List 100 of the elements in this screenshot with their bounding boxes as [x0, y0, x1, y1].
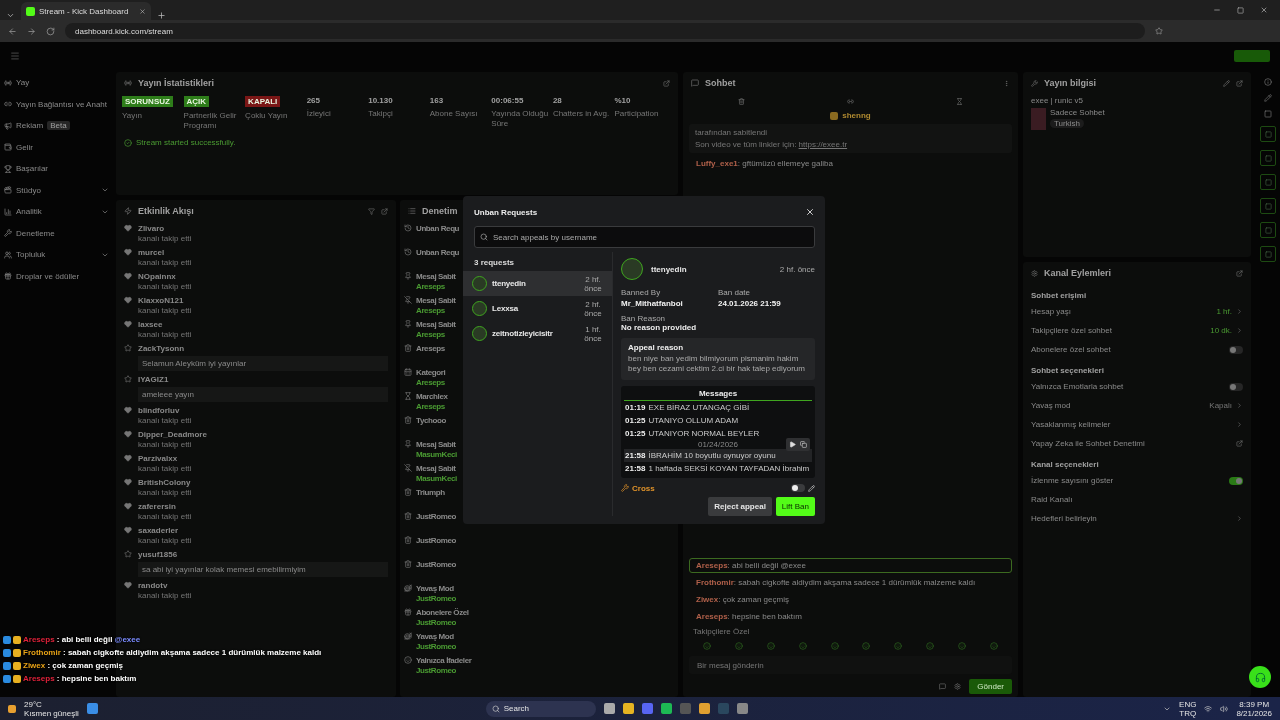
- sidebar-item[interactable]: Gelir: [4, 136, 109, 158]
- request-item[interactable]: ttenyedin 2 hf. önce: [463, 271, 612, 296]
- sidebar-item[interactable]: Yayın Bağlantısı ve Anaht: [4, 93, 109, 115]
- maximize-icon[interactable]: [1237, 6, 1244, 14]
- close-icon[interactable]: [1260, 6, 1268, 14]
- external-link-icon[interactable]: [663, 79, 670, 87]
- message-text: 1 haftada SEKSİ KOYAN TAYFADAN İbrahim: [648, 463, 810, 473]
- rail-button[interactable]: [1260, 150, 1276, 166]
- sidebar-item[interactable]: Denetleme: [4, 222, 109, 244]
- log-title: Mesaj Sabit: [416, 464, 456, 473]
- link[interactable]: https://exee.tr: [798, 140, 848, 149]
- log-title: JustRomeo: [416, 536, 456, 545]
- stat-value: 28: [552, 96, 562, 105]
- stream-title: exee | runic v5: [1031, 96, 1083, 105]
- message-text: İBRAHİM 10 boyutlu oynuyor oyunu: [648, 450, 776, 460]
- rail-button[interactable]: [1260, 198, 1276, 214]
- external-link-icon[interactable]: [1236, 79, 1243, 87]
- browser-tab[interactable]: Stream - Kick Dashboard: [21, 2, 151, 20]
- request-item[interactable]: Lexxsa 2 hf. önce: [463, 296, 612, 321]
- trash-icon[interactable]: [738, 98, 745, 105]
- close-button[interactable]: [805, 207, 815, 217]
- messages-tab[interactable]: Messages: [624, 385, 812, 401]
- send-button[interactable]: Gönder: [969, 679, 1012, 694]
- new-tab-icon[interactable]: [157, 11, 166, 20]
- window-icon[interactable]: [1264, 110, 1272, 118]
- sidebar-item[interactable]: Topluluk: [4, 244, 109, 266]
- start-icon[interactable]: [86, 703, 98, 714]
- minimize-icon[interactable]: [1213, 6, 1221, 14]
- message-time: 21:58: [625, 463, 646, 473]
- setting-label: Raid Kanalı: [1031, 495, 1074, 504]
- username: murcel: [138, 248, 165, 257]
- taskbar-search[interactable]: Search: [485, 700, 596, 717]
- megaphone-icon: [4, 121, 12, 130]
- sidebar-item[interactable]: Stüdyo: [4, 179, 109, 201]
- toggle-switch[interactable]: [1229, 345, 1243, 354]
- toggle-switch[interactable]: [1229, 476, 1243, 485]
- gift-icon: [404, 608, 412, 616]
- network-icon[interactable]: [1204, 704, 1213, 713]
- chat-icon[interactable]: [939, 683, 947, 690]
- search-field[interactable]: Search appeals by username: [474, 226, 815, 248]
- play-icon[interactable]: [789, 440, 796, 448]
- sidebar-item[interactable]: Droplar ve ödüller: [4, 265, 109, 287]
- forward-icon[interactable]: [27, 26, 36, 36]
- back-icon[interactable]: [8, 26, 17, 36]
- message-text: UTANIYOR NORMAL BEYLER: [648, 428, 760, 438]
- calendar-icon: [404, 368, 412, 376]
- avatar: [621, 258, 643, 280]
- username: ttenyedin: [651, 264, 688, 274]
- sidebar-item[interactable]: Rekiam Beta: [4, 115, 109, 137]
- tab-list-icon[interactable]: [6, 11, 15, 20]
- volume-icon[interactable]: [1220, 704, 1229, 713]
- snail-icon: [404, 584, 412, 592]
- copy-icon[interactable]: [800, 440, 807, 448]
- stat-value: 265: [306, 96, 320, 105]
- taskbar-app-icon[interactable]: [603, 703, 615, 714]
- taskbar-app-icon[interactable]: [660, 703, 672, 714]
- reload-icon[interactable]: [46, 26, 55, 36]
- field-label: Ban Reason: [621, 314, 666, 323]
- appeal-text: ben niye ban yedim bilmiyorum pismanim hakim bey ben cezami cektim 2.ci bir hak talep ediyorum: [628, 354, 806, 375]
- link-icon[interactable]: [847, 98, 854, 105]
- username: laxsee: [138, 320, 163, 329]
- request-item[interactable]: zeitnotizleyicisitr 1 hf. önce: [463, 321, 612, 346]
- trash-icon: [404, 512, 412, 520]
- rail-button[interactable]: [1260, 222, 1276, 238]
- external-link-icon[interactable]: [381, 207, 388, 215]
- close-icon[interactable]: [139, 7, 146, 15]
- hourglass-icon[interactable]: [956, 98, 963, 105]
- sidebar-item[interactable]: Yay: [4, 72, 109, 94]
- lift-ban-button[interactable]: Lift Ban: [775, 496, 815, 516]
- toggle-switch[interactable]: [791, 484, 805, 493]
- taskbar-app-icon[interactable]: [698, 703, 710, 714]
- reject-appeal-button[interactable]: Reject appeal: [708, 496, 772, 516]
- rail-button[interactable]: [1260, 174, 1276, 190]
- chevron-icon[interactable]: [1236, 402, 1243, 409]
- pinned-text: Son video ve tüm linkler için: https://exee.tr: [695, 140, 848, 149]
- external-link-icon[interactable]: [1236, 269, 1243, 277]
- sidebar-item[interactable]: Başarılar: [4, 158, 109, 180]
- taskbar-app-icon[interactable]: [641, 703, 653, 714]
- address-bar[interactable]: dashboard.kick.com/stream: [65, 23, 1145, 39]
- rail-button[interactable]: [1260, 126, 1276, 142]
- bookmark-icon[interactable]: [1155, 27, 1163, 35]
- taskbar-app-icon[interactable]: [622, 703, 634, 714]
- filter-icon[interactable]: [368, 207, 375, 215]
- rail-button[interactable]: [1260, 246, 1276, 262]
- trash-icon: [404, 488, 412, 496]
- toggle-switch[interactable]: [1229, 382, 1243, 391]
- stat-label: Çoklu Yayın: [245, 111, 288, 121]
- chevron-icon[interactable]: [1236, 327, 1243, 334]
- info-icon[interactable]: [1264, 78, 1272, 86]
- menu-icon[interactable]: [10, 51, 20, 61]
- trash-icon: [404, 536, 412, 544]
- star-icon: [124, 344, 132, 352]
- chevron-icon[interactable]: [1236, 421, 1243, 428]
- external-link-icon[interactable]: [1236, 440, 1243, 447]
- chevron-icon[interactable]: [1236, 308, 1243, 315]
- chat-input[interactable]: Bir mesaj gönderin: [689, 656, 1012, 674]
- chevron-icon[interactable]: [1236, 515, 1243, 522]
- sidebar-item[interactable]: Analitik: [4, 201, 109, 223]
- taskbar-app-icon[interactable]: [736, 703, 748, 714]
- setting-label: Takipçilere özel sohbet: [1031, 326, 1113, 335]
